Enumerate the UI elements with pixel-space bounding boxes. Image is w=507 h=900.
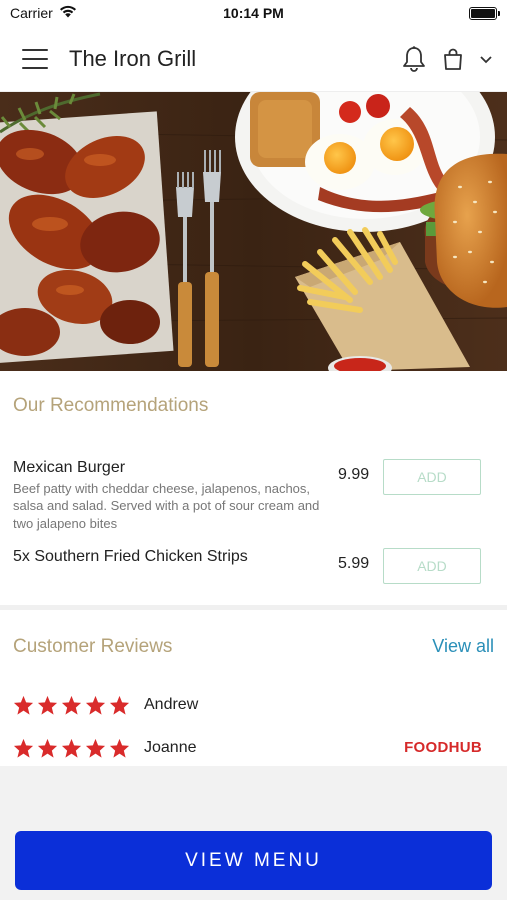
header-actions: [401, 45, 493, 73]
star-icon: [109, 738, 130, 758]
bell-icon[interactable]: [401, 45, 427, 73]
menu-item-price: 9.99: [338, 466, 370, 483]
status-bar: Carrier 10:14 PM: [0, 0, 507, 26]
carrier-label: Carrier: [10, 5, 53, 21]
star-icon: [13, 738, 34, 758]
star-icon: [85, 738, 106, 758]
hamburger-menu-icon[interactable]: [22, 48, 48, 69]
status-left: Carrier: [10, 5, 77, 21]
app-header: The Iron Grill: [0, 26, 507, 92]
review-row: Andrew: [13, 695, 198, 715]
shopping-bag-icon[interactable]: [441, 47, 465, 71]
view-all-link[interactable]: View all: [432, 636, 494, 657]
star-icon: [37, 695, 58, 715]
wifi-icon: [59, 5, 77, 21]
star-icon: [13, 695, 34, 715]
star-icon: [109, 695, 130, 715]
page-title: The Iron Grill: [69, 45, 197, 71]
star-icon: [61, 695, 82, 715]
menu-item-info: 5x Southern Fried Chicken Strips: [13, 548, 343, 566]
recommendations-section: Our Recommendations Mexican Burger Beef …: [0, 371, 507, 605]
add-button[interactable]: ADD: [383, 548, 481, 584]
menu-item-name: 5x Southern Fried Chicken Strips: [13, 548, 248, 565]
star-rating: [13, 695, 130, 715]
reviews-section: Customer Reviews View all Andrew Joanne …: [0, 610, 507, 766]
menu-item-description: Beef patty with cheddar cheese, jalapeno…: [13, 481, 320, 531]
star-icon: [61, 738, 82, 758]
menu-item-name: Mexican Burger: [13, 459, 126, 476]
star-rating: [13, 738, 130, 758]
battery-icon: [469, 6, 500, 20]
review-row: Joanne: [13, 738, 197, 758]
menu-item-info: Mexican Burger Beef patty with cheddar c…: [13, 459, 343, 532]
reviews-title: Customer Reviews: [13, 636, 173, 657]
reviewer-name: Andrew: [144, 696, 199, 713]
recommendations-title: Our Recommendations: [13, 395, 209, 416]
chevron-down-icon[interactable]: [479, 54, 493, 64]
hero-food-image: [0, 92, 507, 371]
view-menu-button[interactable]: VIEW MENU: [15, 831, 492, 890]
menu-item-price: 5.99: [338, 555, 370, 572]
reviewer-name: Joanne: [144, 739, 197, 756]
foodhub-logo: FOODHUB: [404, 739, 482, 756]
star-icon: [85, 695, 106, 715]
add-button[interactable]: ADD: [383, 459, 481, 495]
star-icon: [37, 738, 58, 758]
